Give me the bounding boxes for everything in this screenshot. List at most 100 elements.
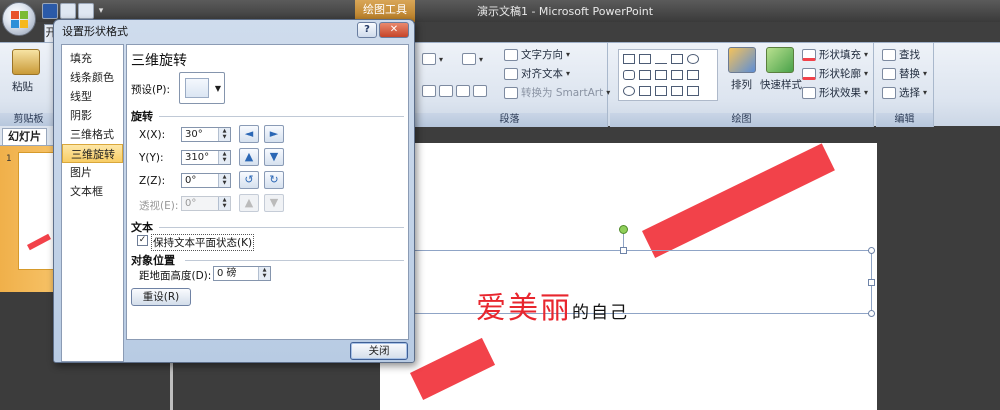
preset-label: 预设(P):	[131, 84, 171, 96]
perspective-down-icon: ▼	[264, 194, 284, 212]
shapes-gallery[interactable]	[618, 49, 718, 101]
chevron-down-icon: ▼	[214, 84, 221, 93]
nav-line-style[interactable]: 线型	[62, 87, 123, 106]
nav-fill[interactable]: 填充	[62, 49, 123, 68]
paste-icon[interactable]	[12, 49, 40, 75]
text-direction-icon	[504, 48, 518, 61]
perspective-value: 0°	[185, 198, 197, 209]
close-button[interactable]: 关闭	[350, 342, 408, 360]
rotate-y-up-icon[interactable]: ▲	[239, 148, 259, 166]
arrange-icon	[728, 47, 756, 73]
align-buttons[interactable]	[422, 85, 487, 97]
rotate-z-cw-icon[interactable]: ↻	[264, 171, 284, 189]
quick-styles-icon	[766, 47, 794, 73]
slide-canvas[interactable]: 爱美丽的自己	[380, 143, 877, 410]
dialog-nav-list: 填充 线条颜色 线型 阴影 三维格式 三维旋转 图片 文本框	[61, 44, 124, 362]
undo-icon[interactable]	[60, 3, 76, 19]
section-title: 三维旋转	[131, 53, 187, 69]
z-rotation-input[interactable]: 0° ▲ ▼	[181, 173, 231, 188]
text-direction-label: 文字方向	[521, 49, 563, 61]
red-stripe-lower[interactable]	[410, 337, 496, 400]
nav-3d-rotation[interactable]: 三维旋转	[62, 144, 123, 163]
paste-button[interactable]: 粘贴	[12, 79, 33, 94]
nav-3d-format[interactable]: 三维格式	[62, 125, 123, 144]
dialog-title: 设置形状格式	[62, 25, 128, 38]
spinner-arrows-icon: ▲ ▼	[218, 197, 230, 210]
resize-handle-top-right[interactable]	[868, 247, 875, 254]
y-rotation-input[interactable]: 310° ▲ ▼	[181, 150, 231, 165]
spinner-arrows-icon[interactable]: ▲ ▼	[218, 174, 230, 187]
resize-handle-top[interactable]	[620, 247, 627, 254]
bullets-button[interactable]: ▾	[422, 53, 443, 65]
dialog-title-buttons: ? ✕	[357, 22, 409, 38]
close-x-button[interactable]: ✕	[379, 22, 409, 38]
shape-effects-button[interactable]: 形状效果 ▾	[802, 85, 868, 100]
convert-smartart-button[interactable]: 转换为 SmartArt ▾	[504, 85, 610, 100]
select-button[interactable]: 选择 ▾	[882, 85, 927, 100]
quick-styles-button[interactable]: 快速样式	[760, 77, 802, 92]
x-rotation-input[interactable]: 30° ▲ ▼	[181, 127, 231, 142]
rotation-handle[interactable]	[619, 225, 628, 234]
rotation-divider	[159, 116, 404, 117]
rotate-x-right-icon[interactable]: ►	[264, 125, 284, 143]
text-direction-button[interactable]: 文字方向 ▾	[504, 47, 570, 62]
keep-text-flat-checkbox[interactable]: ✓	[137, 235, 148, 246]
dialog-content-panel: 三维旋转 预设(P): ▼ 旋转 X(X): 30° ▲ ▼ ◄ ► Y(Y): 3…	[126, 44, 409, 340]
clipboard-group-label: 剪贴板	[0, 113, 57, 127]
pane-splitter[interactable]	[170, 360, 173, 410]
replace-button[interactable]: 替换 ▾	[882, 66, 927, 81]
x-rotation-value: 30°	[185, 129, 203, 140]
nav-line-color[interactable]: 线条颜色	[62, 68, 123, 87]
qat-customize-dropdown[interactable]: ▾	[96, 3, 106, 19]
office-button[interactable]	[2, 2, 36, 36]
distance-value: 0 磅	[217, 268, 237, 279]
keep-text-flat-label[interactable]: 保持文本平面状态(K)	[151, 234, 255, 251]
select-label: 选择	[899, 87, 920, 99]
nav-text-box[interactable]: 文本框	[62, 182, 123, 201]
spinner-arrows-icon[interactable]: ▲ ▼	[258, 267, 270, 280]
rotate-x-left-icon[interactable]: ◄	[239, 125, 259, 143]
rotate-y-down-icon[interactable]: ▼	[264, 148, 284, 166]
reset-button[interactable]: 重设(R)	[131, 288, 191, 306]
clipboard-group: 粘贴 剪贴板	[0, 43, 58, 127]
align-text-button[interactable]: 对齐文本 ▾	[504, 66, 570, 81]
shape-outline-button[interactable]: 形状轮廓 ▾	[802, 66, 868, 81]
find-button[interactable]: 查找	[882, 47, 920, 62]
nav-shadow[interactable]: 阴影	[62, 106, 123, 125]
save-icon[interactable]	[42, 3, 58, 19]
shape-outline-label: 形状轮廓	[819, 68, 861, 80]
nav-picture[interactable]: 图片	[62, 163, 123, 182]
slide-thumbnail[interactable]	[18, 152, 56, 270]
spinner-arrows-icon[interactable]: ▲ ▼	[218, 151, 230, 164]
slide-text[interactable]: 爱美丽的自己	[476, 283, 629, 327]
spinner-arrows-icon[interactable]: ▲ ▼	[218, 128, 230, 141]
quick-access-toolbar: ▾	[42, 3, 106, 19]
text-divider	[159, 227, 404, 228]
drawing-group: 排列 快速样式 形状填充 ▾ 形状轮廓 ▾ 形状效果 ▾ 绘图	[610, 43, 874, 127]
tab-slides[interactable]: 幻灯片	[2, 128, 47, 145]
shape-fill-button[interactable]: 形状填充 ▾	[802, 47, 868, 62]
format-shape-dialog: 设置形状格式 ? ✕ 填充 线条颜色 线型 阴影 三维格式 三维旋转 图片 文本…	[53, 19, 415, 363]
find-icon	[882, 48, 896, 61]
office-logo-icon	[11, 11, 28, 28]
red-stripe-upper[interactable]	[642, 143, 835, 258]
shape-outline-icon	[802, 67, 816, 80]
find-label: 查找	[899, 49, 920, 61]
resize-handle-bottom-right[interactable]	[868, 310, 875, 317]
window-title: 演示文稿1 - Microsoft PowerPoint	[476, 5, 654, 18]
redo-icon[interactable]	[78, 3, 94, 19]
editing-group: 查找 替换 ▾ 选择 ▾ 编辑	[876, 43, 934, 127]
slide-number: 1	[6, 154, 12, 164]
y-rotation-label: Y(Y):	[139, 152, 164, 164]
preset-dropdown[interactable]: ▼	[179, 72, 225, 104]
resize-handle-right[interactable]	[868, 279, 875, 286]
rotate-z-ccw-icon[interactable]: ↺	[239, 171, 259, 189]
help-button[interactable]: ?	[357, 22, 377, 38]
distance-input[interactable]: 0 磅 ▲ ▼	[213, 266, 271, 281]
arrange-button[interactable]: 排列	[731, 77, 752, 92]
perspective-label: 透视(E):	[139, 200, 179, 212]
shape-fill-icon	[802, 48, 816, 61]
shape-effects-label: 形状效果	[819, 87, 861, 99]
line-spacing-button[interactable]: ▾	[462, 53, 483, 65]
z-rotation-value: 0°	[185, 175, 197, 186]
